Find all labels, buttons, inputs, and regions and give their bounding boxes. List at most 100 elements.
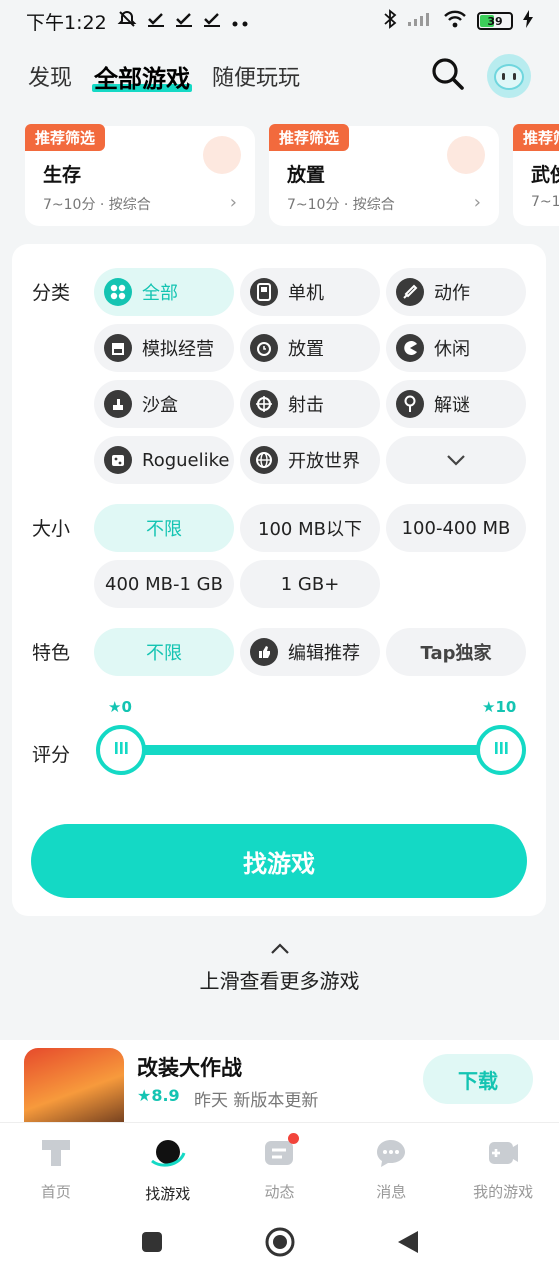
recommend-badge: 推荐筛选 <box>25 124 106 151</box>
chevron-up-icon <box>270 940 290 959</box>
recommendation-title: 放置 <box>287 164 326 186</box>
search-icon[interactable] <box>431 57 465 95</box>
rating-min-handle[interactable] <box>96 725 146 775</box>
category-label: 分类 <box>32 282 71 304</box>
game-update-text: 昨天 新版本更新 <box>194 1091 319 1111</box>
dice-icon <box>104 446 132 474</box>
find-games-button[interactable]: 找游戏 <box>31 824 527 898</box>
thumbs-up-icon <box>250 638 278 666</box>
chip-open-world[interactable]: 开放世界 <box>240 436 380 484</box>
rating-label: 评分 <box>32 744 71 766</box>
chip-shooter[interactable]: 射击 <box>240 380 380 428</box>
notification-dot <box>287 1133 299 1144</box>
recommendation-title: 武侠 <box>531 164 559 186</box>
chip-simulation[interactable]: 模拟经营 <box>94 324 234 372</box>
chip-tap-exclusive[interactable]: Tap独家 <box>386 628 526 676</box>
feature-label: 特色 <box>32 642 71 664</box>
charging-icon <box>523 9 533 33</box>
chip-size-under-100mb[interactable]: 100 MB以下 <box>240 504 380 552</box>
planet-icon <box>149 1137 187 1175</box>
chip-single-player[interactable]: 单机 <box>240 268 380 316</box>
check-icon <box>147 10 165 32</box>
chip-size-100-400mb[interactable]: 100-400 MB <box>386 504 526 552</box>
scroll-more-hint[interactable]: 上滑查看更多游戏 <box>0 940 559 994</box>
chat-bubble-icon <box>374 1137 408 1173</box>
sword-icon <box>396 278 424 306</box>
game-list-item[interactable]: 改装大作战 ★8.9 昨天 新版本更新 下载 <box>0 1040 559 1126</box>
chip-size-over-1gb[interactable]: 1 GB+ <box>240 560 380 608</box>
bottom-tab-activity[interactable]: 动态 <box>224 1123 336 1208</box>
chip-puzzle[interactable]: 解谜 <box>386 380 526 428</box>
bottom-tab-my-games[interactable]: 我的游戏 <box>447 1123 559 1208</box>
star-icon: ★ <box>108 698 122 716</box>
chip-action[interactable]: 动作 <box>386 268 526 316</box>
chip-roguelike[interactable]: Roguelike <box>94 436 234 484</box>
bluetooth-icon <box>383 8 397 34</box>
chip-size-400mb-1gb[interactable]: 400 MB-1 GB <box>94 560 234 608</box>
rating-min-marker: ★0 <box>108 698 132 716</box>
recommendation-card[interactable]: 推荐筛选 放置 7~10分 · 按综合 › <box>269 124 499 226</box>
home-button-icon[interactable] <box>264 1226 296 1262</box>
chip-casual[interactable]: 休闲 <box>386 324 526 372</box>
recommendation-card[interactable]: 推荐筛 武侠 7~1 <box>513 124 559 226</box>
chip-editor-pick[interactable]: 编辑推荐 <box>240 628 380 676</box>
back-icon[interactable] <box>396 1229 420 1259</box>
chip-sandbox[interactable]: 沙盒 <box>94 380 234 428</box>
star-icon: ★ <box>137 1086 152 1105</box>
scroll-more-text: 上滑查看更多游戏 <box>199 969 360 993</box>
more-dots-icon <box>231 10 249 32</box>
rating-slider-track[interactable] <box>122 745 482 755</box>
status-time: 下午1:22 <box>26 11 107 34</box>
chip-size-any[interactable]: 不限 <box>94 504 234 552</box>
wifi-icon <box>443 10 467 33</box>
game-rating: ★8.9 <box>137 1086 180 1105</box>
chip-feature-any[interactable]: 不限 <box>94 628 234 676</box>
chevron-right-icon: › <box>473 192 481 213</box>
bottom-tab-messages[interactable]: 消息 <box>335 1123 447 1208</box>
grid-icon <box>104 278 132 306</box>
recommendation-subtitle: 7~1 <box>531 194 559 210</box>
key-icon <box>396 390 424 418</box>
grip-icon <box>113 740 129 760</box>
recommend-badge: 推荐筛选 <box>269 124 350 151</box>
download-button[interactable]: 下载 <box>423 1054 533 1104</box>
gamepad-icon <box>250 278 278 306</box>
globe-icon <box>250 446 278 474</box>
home-icon <box>39 1137 73 1173</box>
rating-max-marker: ★10 <box>482 698 517 716</box>
check-icon <box>175 10 193 32</box>
fire-icon <box>203 136 241 174</box>
alarm-clock-icon <box>447 136 485 174</box>
star-icon: ★ <box>482 698 496 716</box>
recommendation-subtitle: 7~10分 · 按综合 <box>287 197 395 213</box>
game-title: 改装大作战 <box>137 1056 242 1080</box>
bottom-tab-home[interactable]: 首页 <box>0 1123 112 1208</box>
sandbox-icon <box>104 390 132 418</box>
recommendation-subtitle: 7~10分 · 按综合 <box>43 197 151 213</box>
expand-categories-button[interactable] <box>386 436 526 484</box>
bottom-tab-find-games[interactable]: 找游戏 <box>112 1123 224 1208</box>
signal-icon <box>407 10 433 32</box>
tab-all-games[interactable]: 全部游戏 <box>92 59 193 94</box>
game-icon <box>24 1048 124 1126</box>
chevron-right-icon: › <box>229 192 237 213</box>
chevron-down-icon <box>446 450 466 471</box>
shop-icon <box>104 334 132 362</box>
size-label: 大小 <box>32 518 71 540</box>
tab-casual-play[interactable]: 随便玩玩 <box>212 60 300 92</box>
recommend-badge: 推荐筛 <box>513 124 559 151</box>
chip-idle[interactable]: 放置 <box>240 324 380 372</box>
rating-max-handle[interactable] <box>476 725 526 775</box>
battery-indicator: 39 <box>477 12 513 30</box>
tab-discover[interactable]: 发现 <box>28 60 72 92</box>
check-icon <box>203 10 221 32</box>
status-bar: 下午1:22 39 <box>0 0 559 42</box>
chip-all-category[interactable]: 全部 <box>94 268 234 316</box>
recommendation-card[interactable]: 推荐筛选 生存 7~10分 · 按综合 › <box>25 124 255 226</box>
recommendation-row: 推荐筛选 生存 7~10分 · 按综合 › 推荐筛选 放置 7~10分 · 按综… <box>0 120 559 228</box>
avatar[interactable] <box>487 54 531 98</box>
recent-apps-icon[interactable] <box>140 1230 164 1258</box>
recommendation-title: 生存 <box>43 164 82 186</box>
gamepad-icon <box>486 1137 520 1173</box>
top-nav: 发现 全部游戏 随便玩玩 <box>0 48 559 104</box>
